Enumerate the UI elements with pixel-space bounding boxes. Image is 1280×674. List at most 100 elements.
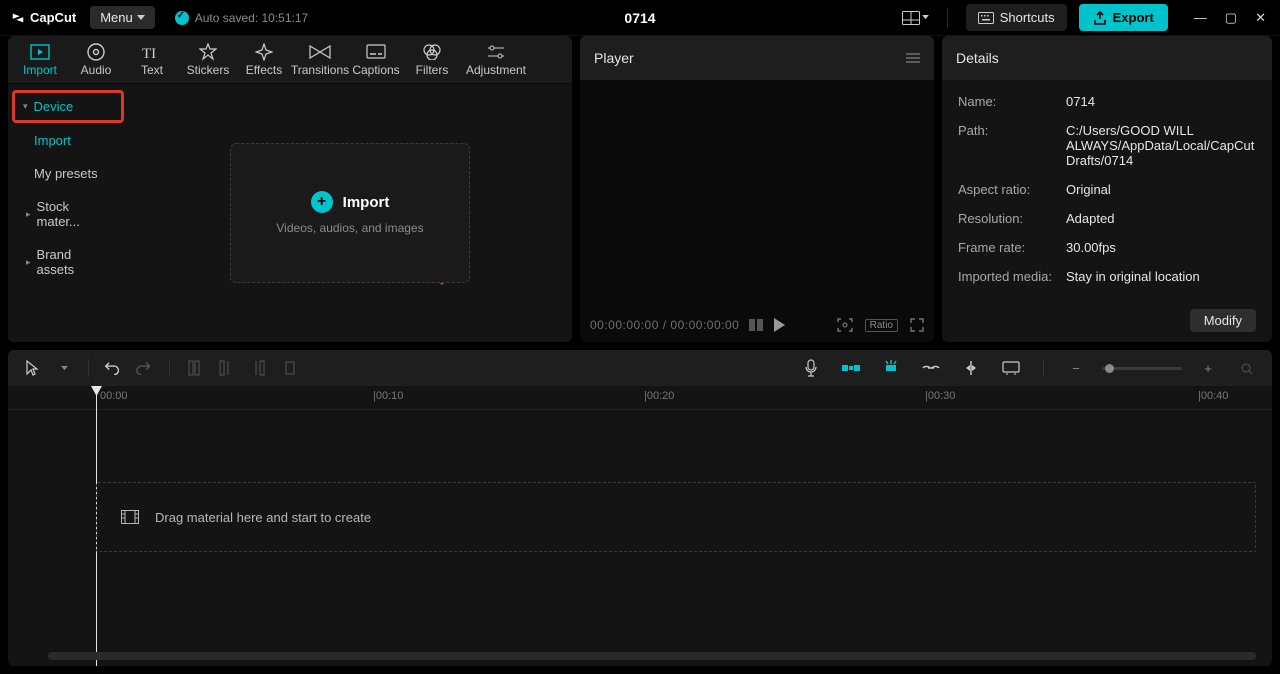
play-icon [773,318,785,332]
tab-text[interactable]: TI Text [124,36,180,84]
shortcuts-button[interactable]: Shortcuts [966,4,1067,31]
fullscreen-icon [910,318,924,332]
delete-icon [284,361,296,375]
tab-effects[interactable]: Effects [236,36,292,84]
magnet-track-button[interactable] [877,354,905,382]
check-icon [175,11,189,25]
select-tool-button[interactable] [18,354,46,382]
title-right-group: Shortcuts Export — ▢ ✕ [902,4,1272,31]
sidebar-item-device[interactable]: ▾ Device [12,90,124,123]
mic-icon [804,359,818,377]
sidebar-item-stock-materials[interactable]: ▸ Stock mater... [14,191,122,237]
timeline-scrollbar[interactable] [48,652,1256,660]
media-content-area: + Import Videos, audios, and images [128,84,572,342]
chevron-right-icon: ▸ [26,257,31,268]
undo-icon [104,361,122,375]
split-right-button[interactable] [244,354,272,382]
player-controls: 00:00:00:00 / 00:00:00:00 Ratio [580,308,934,342]
title-bar: CapCut Menu Auto saved: 10:51:17 0714 Sh… [0,0,1280,36]
zoom-slider[interactable] [1102,367,1182,370]
tab-adjustment[interactable]: Adjustment [460,36,532,84]
layout-button[interactable] [902,11,929,25]
sidebar-label: My presets [34,166,98,181]
sidebar-item-my-presets[interactable]: My presets [14,158,122,189]
plus-icon: + [311,191,333,213]
sidebar-label: Brand assets [37,247,110,277]
adjustment-icon [486,43,506,61]
import-row: + Import [311,191,390,213]
undo-button[interactable] [99,354,127,382]
scale-button[interactable] [837,318,853,332]
svg-text:TI: TI [142,46,156,60]
tab-stickers[interactable]: Stickers [180,36,236,84]
import-drop-zone[interactable]: + Import Videos, audios, and images [230,143,470,283]
player-viewport[interactable]: 00:00:00:00 / 00:00:00:00 Ratio [580,80,934,342]
tab-filters[interactable]: Filters [404,36,460,84]
sidebar-item-import[interactable]: Import [14,125,122,156]
tab-import[interactable]: Import [12,36,68,84]
detail-label-imported: Imported media: [958,269,1066,284]
auto-save-indicator: Auto saved: 10:51:17 [175,11,308,25]
menu-label: Menu [100,10,133,25]
text-icon: TI [142,43,162,61]
timeline-drop-zone[interactable]: Drag material here and start to create [96,482,1256,552]
import-subtitle: Videos, audios, and images [276,221,423,235]
magnet-track-icon [883,360,899,376]
focus-icon [837,318,853,332]
chevron-right-icon: ▸ [26,209,31,220]
chevron-down-icon [922,15,929,20]
tab-label: Audio [81,63,112,77]
menu-button[interactable]: Menu [90,6,155,29]
sidebar-label: Device [34,99,74,114]
player-panel: Player 00:00:00:00 / 00:00:00:00 Ratio [580,36,934,342]
tab-transitions[interactable]: Transitions [292,36,348,84]
split-icon [188,360,200,376]
linkage-button[interactable] [917,354,945,382]
split-left-button[interactable] [212,354,240,382]
ratio-button[interactable]: Ratio [865,319,898,332]
close-button[interactable]: ✕ [1255,11,1266,24]
redo-button[interactable] [131,354,159,382]
sidebar-label: Stock mater... [37,199,110,229]
modify-button[interactable]: Modify [1190,309,1256,332]
align-icon [963,361,979,375]
link-icon [922,363,940,373]
tab-label: Captions [352,63,399,77]
player-timecode: 00:00:00:00 / 00:00:00:00 [590,318,739,332]
play-button[interactable] [773,318,785,332]
tab-label: Import [23,63,57,77]
window-controls: — ▢ ✕ [1194,11,1266,24]
compare-icon [749,319,763,331]
zoom-in-button[interactable]: + [1194,354,1222,382]
export-button[interactable]: Export [1079,4,1168,31]
timeline-body[interactable]: 00:00 |00:10 |00:20 |00:30 |00:40 Drag m… [8,386,1272,666]
maximize-button[interactable]: ▢ [1225,11,1237,24]
preview-button[interactable] [997,354,1025,382]
media-icon [121,510,139,524]
player-menu-button[interactable] [906,53,920,63]
tab-label: Effects [246,63,282,77]
select-dropdown[interactable] [50,354,78,382]
fullscreen-button[interactable] [910,318,924,332]
tab-label: Text [141,63,163,77]
hamburger-icon [906,53,920,63]
delete-button[interactable] [276,354,304,382]
zoom-out-button[interactable]: − [1062,354,1090,382]
detail-label-framerate: Frame rate: [958,240,1066,255]
player-icon-a[interactable] [749,319,763,331]
media-sidebar: ▾ Device Import My presets ▸ Stock mater… [8,84,128,342]
magnet-main-button[interactable] [837,354,865,382]
sidebar-item-brand-assets[interactable]: ▸ Brand assets [14,239,122,285]
tab-audio[interactable]: Audio [68,36,124,84]
zoom-fit-button[interactable] [1234,354,1262,382]
tab-captions[interactable]: Captions [348,36,404,84]
import-title: Import [343,194,390,211]
preview-axis-icon [1002,361,1020,375]
timeline-tracks[interactable]: Drag material here and start to create [8,386,1272,666]
mic-button[interactable] [797,354,825,382]
player-title: Player [594,50,634,66]
detail-value-framerate: 30.00fps [1066,240,1256,255]
align-button[interactable] [957,354,985,382]
minimize-button[interactable]: — [1194,11,1207,24]
split-button[interactable] [180,354,208,382]
